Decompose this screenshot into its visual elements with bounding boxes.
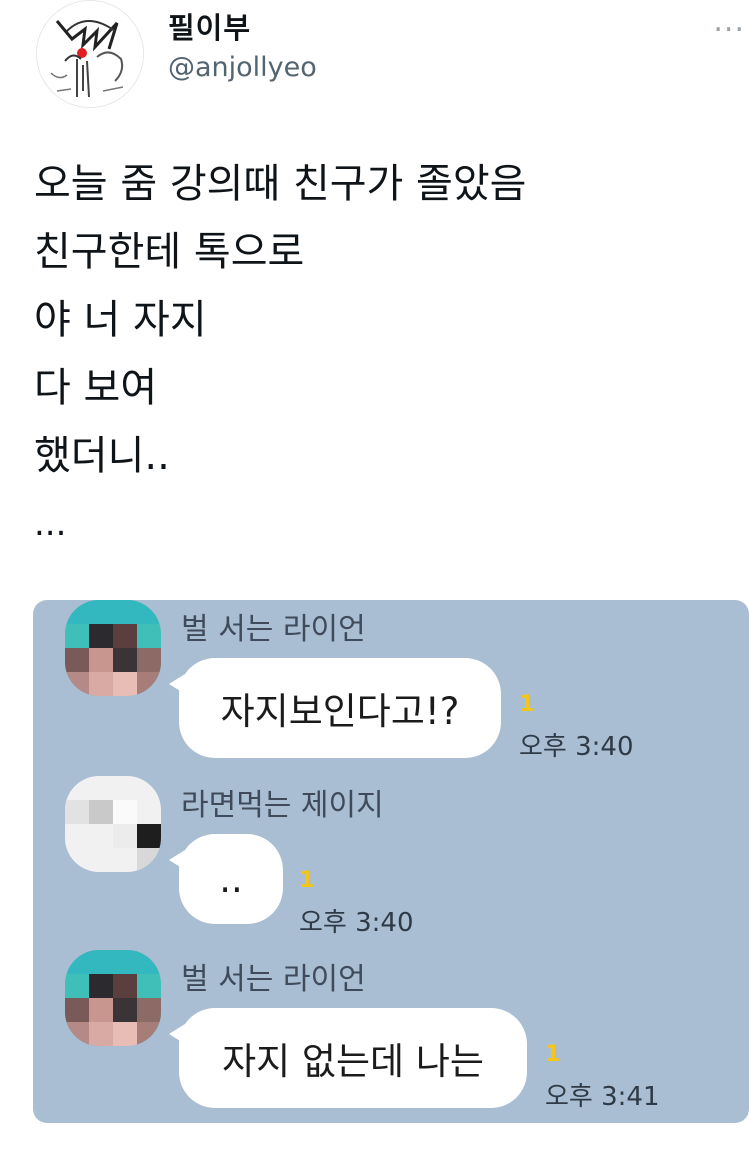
pixelated-avatar-icon bbox=[65, 950, 161, 1046]
message-bubble: .. bbox=[169, 834, 283, 924]
sketch-character-icon bbox=[37, 1, 143, 107]
tweet-line: ... bbox=[34, 504, 67, 544]
sender-name: 벌 서는 라이언 bbox=[181, 962, 366, 997]
pixelated-avatar bbox=[65, 776, 161, 872]
tweet-line: 친구한테 톡으로 bbox=[34, 229, 305, 275]
tweet-line: 했더니.. bbox=[34, 433, 170, 479]
tweet-line: 다 보여 bbox=[34, 365, 158, 411]
sender-name: 벌 서는 라이언 bbox=[181, 612, 366, 647]
tweet-line: 오늘 줌 강의때 친구가 졸았음 bbox=[34, 161, 527, 207]
pixelated-avatar bbox=[65, 950, 161, 1046]
message-time: 오후 3:41 bbox=[545, 1082, 660, 1112]
tweet-header: 필이부 @anjollyeo ... bbox=[0, 0, 749, 120]
message-time: 오후 3:40 bbox=[519, 732, 634, 762]
pixelated-avatar-icon bbox=[65, 776, 161, 872]
user-handle[interactable]: @anjollyeo bbox=[168, 52, 317, 83]
chat-screenshot-image[interactable]: 벌 서는 라이언 자지보인다고!? 1 오후 3:40 라면먹는 제이지 .. … bbox=[33, 600, 749, 1123]
display-name[interactable]: 필이부 bbox=[168, 5, 251, 47]
message-bubble: 자지보인다고!? bbox=[169, 658, 501, 758]
profile-avatar[interactable] bbox=[36, 0, 144, 108]
message-bubble: 자지 없는데 나는 bbox=[169, 1008, 527, 1108]
unread-count: 1 bbox=[545, 1042, 561, 1067]
pixelated-avatar-icon bbox=[65, 600, 161, 696]
pixelated-avatar bbox=[65, 600, 161, 696]
unread-count: 1 bbox=[519, 692, 535, 717]
message-time: 오후 3:40 bbox=[299, 908, 414, 938]
more-horizontal-icon[interactable]: ... bbox=[713, 4, 745, 39]
tweet-line: 야 너 자지 bbox=[34, 297, 207, 343]
sender-name: 라면먹는 제이지 bbox=[181, 788, 384, 823]
tweet-text: 오늘 줌 강의때 친구가 졸았음 친구한테 톡으로 야 너 자지 다 보여 했더… bbox=[34, 150, 724, 558]
unread-count: 1 bbox=[299, 868, 315, 893]
